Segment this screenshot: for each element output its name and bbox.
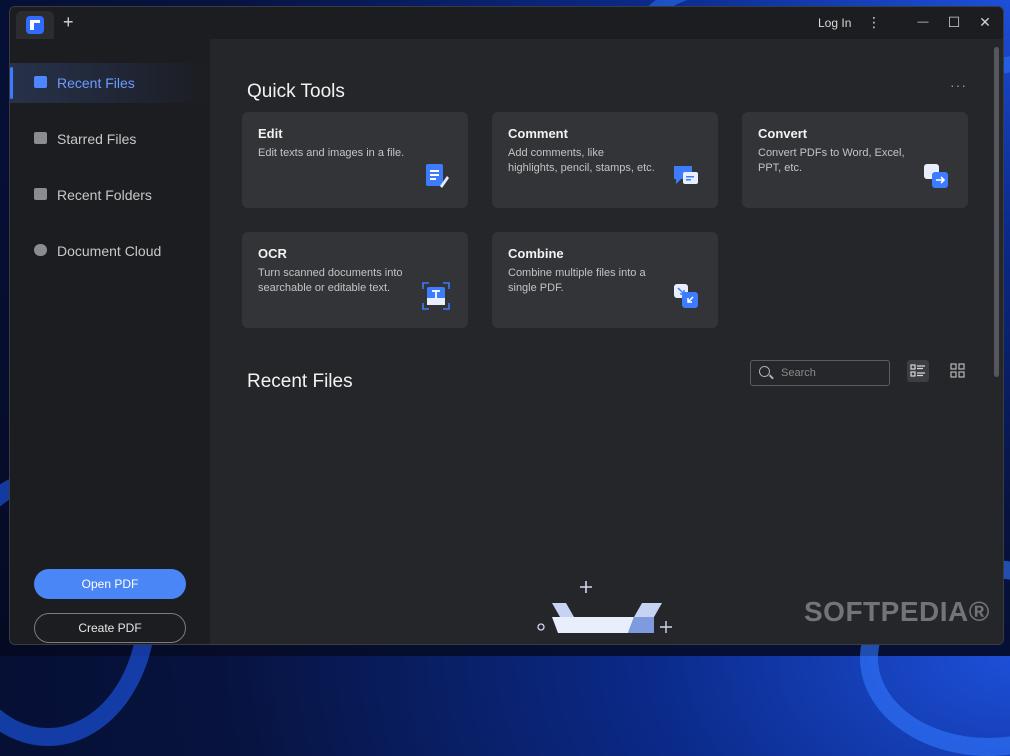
grid-view-button[interactable] [947, 360, 969, 382]
new-tab-button[interactable]: + [63, 12, 74, 32]
file-icon [34, 76, 47, 88]
home-tab[interactable] [16, 11, 54, 39]
main-content: Quick Tools ··· Edit Edit texts and imag… [210, 39, 1003, 644]
convert-tool-card[interactable]: Convert Convert PDFs to Word, Excel, PPT… [742, 112, 968, 208]
cloud-icon [34, 244, 47, 256]
edit-doc-icon [426, 164, 449, 188]
card-description: Turn scanned documents into searchable o… [258, 267, 403, 294]
recent-files-title: Recent Files [247, 371, 353, 392]
combine-icon [674, 284, 698, 308]
card-title: OCR [258, 246, 287, 261]
card-description: Add comments, like highlights, pencil, s… [508, 147, 655, 174]
sidebar-item-starred-files[interactable]: Starred Files [10, 119, 210, 159]
sidebar-item-label: Recent Folders [57, 187, 152, 203]
search-icon [759, 366, 770, 377]
app-window: + Log In ⋮ — ☐ ✕ Recent Files Starred Fi… [9, 6, 1004, 645]
sidebar-item-document-cloud[interactable]: Document Cloud [10, 231, 210, 271]
sidebar-item-recent-folders[interactable]: Recent Folders [10, 175, 210, 215]
folder-icon [34, 188, 47, 200]
list-view-icon [910, 364, 925, 377]
grid-view-icon [950, 363, 965, 378]
more-menu-icon[interactable]: ⋮ [864, 13, 884, 31]
sidebar: Recent Files Starred Files Recent Folder… [10, 39, 210, 644]
card-description: Edit texts and images in a file. [258, 147, 405, 159]
sidebar-item-label: Recent Files [57, 75, 135, 91]
close-button[interactable]: ✕ [975, 13, 995, 31]
edit-tool-card[interactable]: Edit Edit texts and images in a file. [242, 112, 468, 208]
comment-tool-card[interactable]: Comment Add comments, like highlights, p… [492, 112, 718, 208]
card-title: Convert [758, 126, 808, 141]
maximize-button[interactable]: ☐ [944, 13, 964, 31]
search-box[interactable] [750, 360, 890, 386]
ocr-tool-card[interactable]: OCR Turn scanned documents into searchab… [242, 232, 468, 328]
more-options-icon[interactable]: ··· [950, 77, 967, 93]
card-title: Comment [508, 126, 568, 141]
card-title: Combine [508, 246, 564, 261]
combine-tool-card[interactable]: Combine Combine multiple files into a si… [492, 232, 718, 328]
search-input[interactable] [779, 364, 883, 382]
open-pdf-button[interactable]: Open PDF [34, 569, 186, 599]
sidebar-item-recent-files[interactable]: Recent Files [10, 63, 210, 103]
empty-box-illustration-icon [537, 581, 672, 633]
card-description: Combine multiple files into a single PDF… [508, 267, 646, 294]
minimize-button[interactable]: — [913, 13, 933, 31]
ocr-icon [422, 282, 450, 310]
list-view-button[interactable] [907, 360, 929, 382]
create-pdf-button[interactable]: Create PDF [34, 613, 186, 643]
quick-tools-title: Quick Tools [247, 81, 345, 102]
vertical-scrollbar[interactable] [994, 47, 999, 377]
convert-icon [924, 164, 948, 188]
card-title: Edit [258, 126, 283, 141]
login-link[interactable]: Log In [818, 16, 851, 30]
title-bar: + Log In ⋮ — ☐ ✕ [10, 7, 1003, 39]
softpedia-watermark: SOFTPEDIA® [804, 596, 990, 627]
comment-icon [674, 166, 698, 184]
sidebar-item-label: Starred Files [57, 131, 137, 147]
pdfelement-logo-icon [26, 16, 44, 34]
card-description: Convert PDFs to Word, Excel, PPT, etc. [758, 147, 905, 174]
star-icon [34, 132, 47, 144]
sidebar-item-label: Document Cloud [57, 243, 162, 259]
